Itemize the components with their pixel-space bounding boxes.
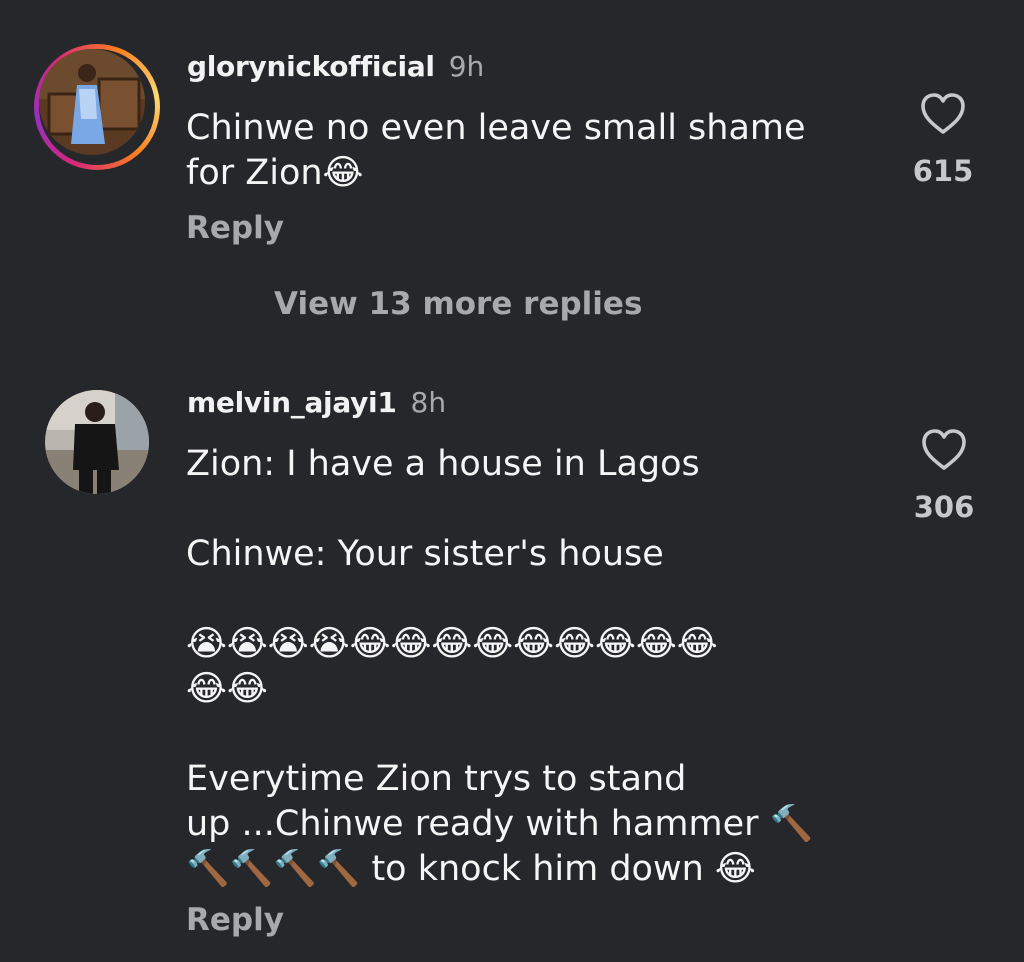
username[interactable]: glorynickofficial xyxy=(187,50,435,83)
reply-button[interactable]: Reply xyxy=(186,902,284,938)
timestamp: 9h xyxy=(448,50,485,83)
comment-header: glorynickofficial 9h xyxy=(187,50,484,83)
username[interactable]: melvin_ajayi1 xyxy=(187,386,397,419)
like-count: 306 xyxy=(913,490,975,524)
comment-header: melvin_ajayi1 8h xyxy=(187,386,446,419)
avatar[interactable] xyxy=(45,390,149,494)
like-count: 615 xyxy=(912,154,974,188)
comment-text: Chinwe no even leave small shame for Zio… xyxy=(186,108,806,193)
like-button[interactable]: 306 xyxy=(904,428,984,524)
avatar[interactable] xyxy=(39,49,145,155)
heart-outline-icon[interactable] xyxy=(920,428,968,472)
reply-button[interactable]: Reply xyxy=(186,210,284,246)
timestamp: 8h xyxy=(410,386,447,419)
comment-text: Zion: I have a house in Lagos Chinwe: Yo… xyxy=(186,444,814,889)
heart-outline-icon[interactable] xyxy=(919,92,967,136)
like-button[interactable]: 615 xyxy=(903,92,983,188)
view-more-replies-button[interactable]: View 13 more replies xyxy=(274,286,642,322)
avatar-story-ring[interactable] xyxy=(34,44,160,170)
